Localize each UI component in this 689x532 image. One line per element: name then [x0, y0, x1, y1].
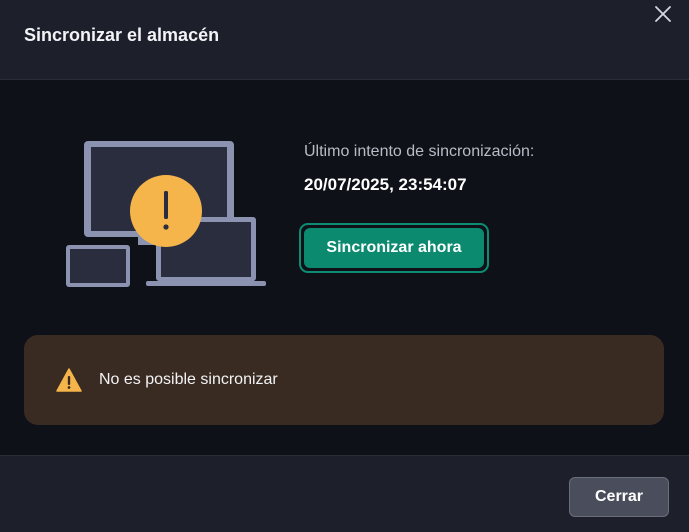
sync-error-banner: No es posible sincronizar — [24, 335, 664, 425]
devices-warning-icon — [66, 139, 266, 289]
dialog-title: Sincronizar el almacén — [24, 25, 220, 45]
dialog-header: Sincronizar el almacén — [0, 0, 689, 80]
sync-error-message: No es posible sincronizar — [99, 371, 278, 388]
sync-dialog: Sincronizar el almacén Último intento de… — [0, 0, 689, 532]
close-button[interactable]: Cerrar — [569, 477, 669, 517]
warning-triangle-icon — [56, 368, 82, 392]
dialog-body: Último intento de sincronización: 20/07/… — [0, 80, 689, 455]
last-sync-timestamp: 20/07/2025, 23:54:07 — [304, 175, 467, 194]
sync-now-button[interactable]: Sincronizar ahora — [304, 228, 484, 268]
last-sync-label: Último intento de sincronización: — [304, 143, 535, 160]
dialog-footer: Cerrar — [0, 455, 689, 532]
close-icon[interactable] — [649, 0, 677, 28]
